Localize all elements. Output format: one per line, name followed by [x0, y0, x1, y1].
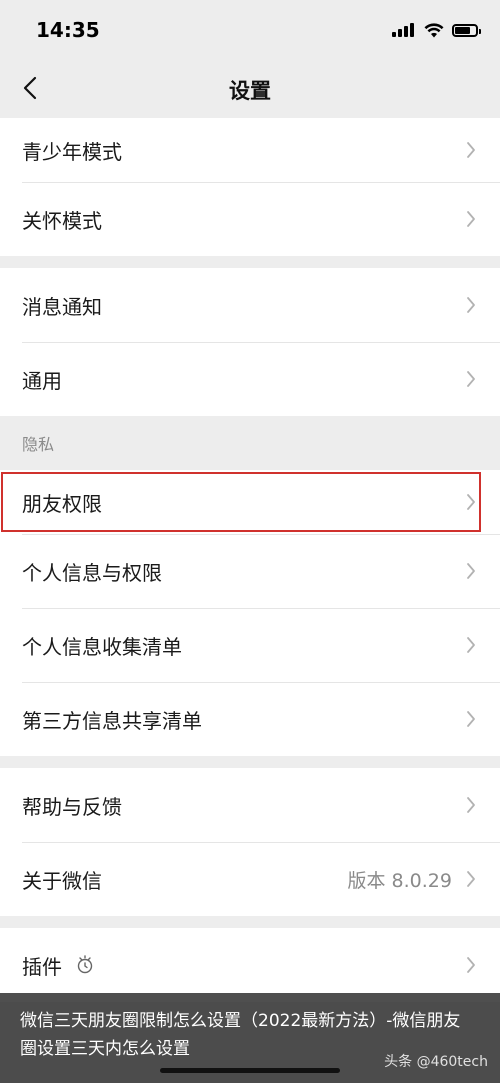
chevron-right-icon	[467, 871, 475, 887]
settings-row-youth-mode[interactable]: 青少年模式	[0, 118, 500, 182]
group-gap	[0, 256, 500, 268]
settings-row-care-mode[interactable]: 关怀模式	[0, 182, 500, 256]
settings-row-personal-info-list[interactable]: 个人信息收集清单	[0, 608, 500, 682]
chevron-right-icon	[467, 711, 475, 727]
settings-list: 青少年模式 关怀模式 消息通知 通用 隐私 朋友权限 个人信息与权限 个人信息收…	[0, 118, 500, 1002]
chevron-right-icon	[467, 563, 475, 579]
settings-row-notifications[interactable]: 消息通知	[0, 268, 500, 342]
row-label: 插件	[22, 951, 466, 980]
chevron-right-icon	[467, 957, 475, 973]
chevron-right-icon	[467, 494, 475, 510]
settings-group-general: 消息通知 通用	[0, 268, 500, 416]
status-icons	[392, 20, 481, 40]
settings-row-plugins[interactable]: 插件	[0, 928, 500, 1002]
status-time: 14:35	[36, 18, 100, 42]
section-header-privacy: 隐私	[0, 416, 500, 470]
chevron-right-icon	[467, 637, 475, 653]
cellular-signal-icon	[392, 23, 416, 37]
settings-row-third-party-sharing[interactable]: 第三方信息共享清单	[0, 682, 500, 756]
article-caption-overlay: 微信三天朋友圈限制怎么设置（2022最新方法）-微信朋友圈设置三天内怎么设置 头…	[0, 993, 500, 1083]
row-label: 青少年模式	[22, 139, 122, 164]
version-value: 版本 8.0.29	[347, 869, 452, 892]
settings-group-plugins: 插件	[0, 928, 500, 1002]
row-label: 消息通知	[22, 294, 102, 319]
nav-bar: 设置	[0, 58, 500, 118]
caption-source: 头条 @460tech	[384, 1054, 488, 1070]
row-label-text: 插件	[22, 954, 62, 979]
settings-group-privacy: 朋友权限 个人信息与权限 个人信息收集清单 第三方信息共享清单	[0, 470, 500, 756]
settings-row-about-wechat[interactable]: 关于微信 版本 8.0.29	[0, 842, 500, 916]
chevron-right-icon	[467, 797, 475, 813]
row-label: 关怀模式	[22, 208, 102, 233]
status-bar: 14:35	[0, 0, 500, 58]
battery-level	[455, 26, 470, 34]
chevron-right-icon	[467, 297, 475, 313]
row-label: 关于微信	[22, 868, 102, 893]
settings-row-help-feedback[interactable]: 帮助与反馈	[0, 768, 500, 842]
settings-group-about: 帮助与反馈 关于微信 版本 8.0.29	[0, 768, 500, 916]
settings-row-friend-permissions[interactable]: 朋友权限	[0, 470, 500, 534]
row-label: 通用	[22, 368, 62, 393]
chevron-right-icon	[467, 371, 475, 387]
row-label: 帮助与反馈	[22, 794, 122, 819]
row-label: 个人信息收集清单	[22, 634, 182, 659]
group-gap	[0, 916, 500, 928]
battery-icon	[452, 23, 481, 37]
settings-row-personal-info-permissions[interactable]: 个人信息与权限	[0, 534, 500, 608]
group-gap	[0, 756, 500, 768]
settings-group-youth: 青少年模式 关怀模式	[0, 118, 500, 256]
home-indicator	[160, 1068, 340, 1073]
chevron-right-icon	[467, 142, 475, 158]
chevron-right-icon	[467, 211, 475, 227]
row-label: 第三方信息共享清单	[22, 708, 202, 733]
settings-row-general[interactable]: 通用	[0, 342, 500, 416]
plugin-bulb-icon	[77, 955, 93, 974]
page-title: 设置	[229, 79, 271, 103]
wifi-icon	[424, 22, 444, 37]
row-label: 朋友权限	[22, 491, 102, 516]
row-label: 个人信息与权限	[22, 560, 162, 585]
